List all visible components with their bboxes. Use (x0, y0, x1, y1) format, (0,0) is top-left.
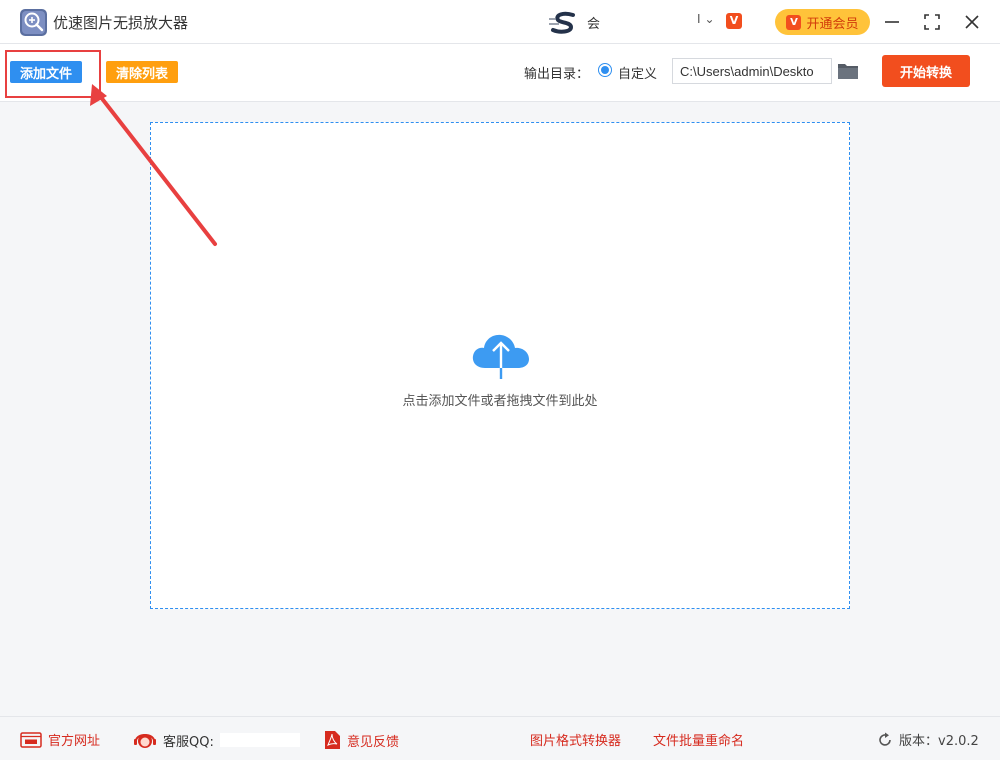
toolbar: 添加文件 清除列表 输出目录： 自定义 开始转换 (0, 44, 1000, 102)
qq-number-redacted (219, 733, 300, 747)
vip-icon: V (786, 14, 802, 30)
file-drop-zone[interactable]: 点击添加文件或者拖拽文件到此处 (150, 122, 850, 609)
batch-rename-link[interactable]: 文件批量重命名 (653, 730, 744, 749)
minimize-icon[interactable] (880, 10, 904, 34)
open-vip-button[interactable]: V 开通会员 (775, 9, 870, 35)
title-bar: 优速图片无损放大器 会 I ⌄ V V 开通会员 (0, 0, 1000, 44)
magnifier-plus-icon (20, 9, 47, 36)
format-converter-link[interactable]: 图片格式转换器 (530, 730, 621, 749)
support-qq[interactable]: 客服QQ: (133, 730, 300, 750)
cloud-upload-icon (472, 334, 529, 379)
annotation-highlight-box (5, 50, 101, 98)
official-site-link[interactable]: 官方网址 (20, 730, 100, 749)
maximize-icon[interactable] (920, 10, 944, 34)
custom-dir-radio-label[interactable]: 自定义 (618, 63, 657, 82)
folder-icon[interactable] (837, 61, 859, 81)
support-qq-label: 客服QQ: (163, 734, 214, 750)
version-label: 版本：v2.0.2 (899, 734, 979, 749)
user-name[interactable]: 会 (587, 13, 600, 32)
drop-zone-hint: 点击添加文件或者拖拽文件到此处 (402, 394, 598, 409)
user-menu[interactable]: I ⌄ (697, 12, 715, 26)
support-icon (134, 734, 156, 748)
output-path-input[interactable] (672, 58, 832, 84)
version-info[interactable]: 版本：v2.0.2 (877, 730, 979, 749)
start-convert-button[interactable]: 开始转换 (882, 55, 970, 87)
close-icon[interactable] (960, 10, 984, 34)
output-dir-label: 输出目录： (524, 67, 590, 82)
feedback-link[interactable]: 意见反馈 (323, 730, 399, 750)
chevron-down-icon: ⌄ (704, 12, 715, 26)
brand-logo-icon (549, 11, 575, 34)
pdf-feedback-icon (325, 731, 340, 749)
app-title: 优速图片无损放大器 (53, 14, 189, 32)
feedback-label: 意见反馈 (347, 734, 400, 750)
official-site-label: 官方网址 (48, 734, 101, 749)
clear-list-button[interactable]: 清除列表 (106, 61, 178, 83)
footer-bar: 官方网址 客服QQ: 意见反馈 图片格式转换器 文件批量重命名 版本：v2.0.… (0, 716, 1000, 760)
vip-button-label: 开通会员 (806, 16, 859, 32)
website-icon (20, 731, 42, 748)
custom-dir-radio[interactable] (598, 63, 612, 77)
vip-icon: V (726, 13, 742, 29)
refresh-icon (879, 732, 891, 746)
